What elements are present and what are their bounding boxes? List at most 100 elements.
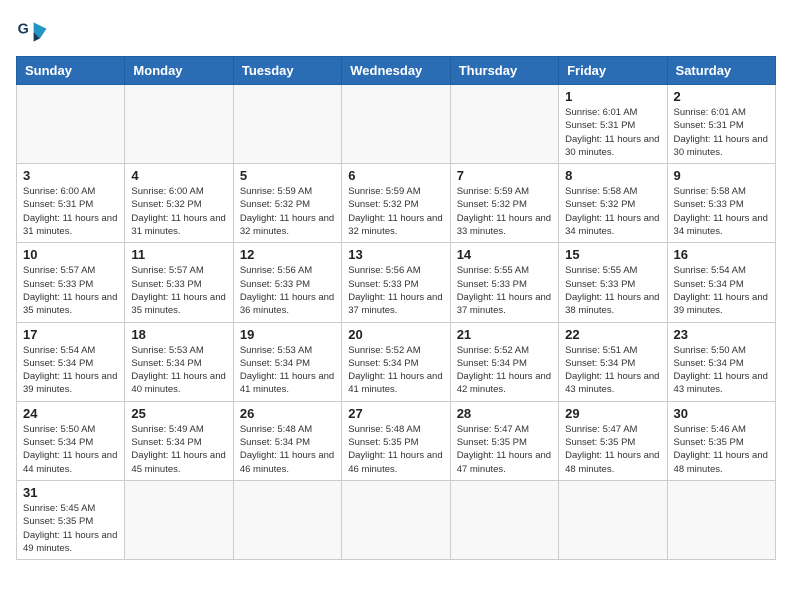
day-number: 15: [565, 247, 660, 262]
calendar-cell: [559, 480, 667, 559]
day-info: Sunrise: 6:00 AM Sunset: 5:32 PM Dayligh…: [131, 185, 226, 238]
day-info: Sunrise: 5:52 AM Sunset: 5:34 PM Dayligh…: [457, 344, 552, 397]
day-number: 11: [131, 247, 226, 262]
day-number: 13: [348, 247, 443, 262]
day-info: Sunrise: 5:49 AM Sunset: 5:34 PM Dayligh…: [131, 423, 226, 476]
calendar-cell: [342, 85, 450, 164]
calendar-cell: 27Sunrise: 5:48 AM Sunset: 5:35 PM Dayli…: [342, 401, 450, 480]
day-number: 30: [674, 406, 769, 421]
day-info: Sunrise: 5:51 AM Sunset: 5:34 PM Dayligh…: [565, 344, 660, 397]
calendar-cell: [450, 85, 558, 164]
day-info: Sunrise: 5:58 AM Sunset: 5:32 PM Dayligh…: [565, 185, 660, 238]
col-tuesday: Tuesday: [233, 57, 341, 85]
day-info: Sunrise: 5:48 AM Sunset: 5:35 PM Dayligh…: [348, 423, 443, 476]
day-info: Sunrise: 5:56 AM Sunset: 5:33 PM Dayligh…: [240, 264, 335, 317]
day-info: Sunrise: 5:55 AM Sunset: 5:33 PM Dayligh…: [565, 264, 660, 317]
day-number: 31: [23, 485, 118, 500]
calendar-cell: 2Sunrise: 6:01 AM Sunset: 5:31 PM Daylig…: [667, 85, 775, 164]
day-number: 6: [348, 168, 443, 183]
calendar-cell: [667, 480, 775, 559]
day-number: 7: [457, 168, 552, 183]
day-number: 24: [23, 406, 118, 421]
day-info: Sunrise: 5:59 AM Sunset: 5:32 PM Dayligh…: [240, 185, 335, 238]
calendar-cell: 16 Sunrise: 5:54 AM Sunset: 5:34 PM Dayli…: [667, 243, 775, 322]
calendar-cell: [125, 480, 233, 559]
day-info: Sunrise: 5:56 AM Sunset: 5:33 PM Dayligh…: [348, 264, 443, 317]
day-info: Sunrise: 6:01 AM Sunset: 5:31 PM Dayligh…: [565, 106, 660, 159]
day-info: Sunrise: 5:57 AM Sunset: 5:33 PM Dayligh…: [131, 264, 226, 317]
day-number: 3: [23, 168, 118, 183]
calendar-cell: 15 Sunrise: 5:55 AM Sunset: 5:33 PM Dayli…: [559, 243, 667, 322]
calendar-cell: 21 Sunrise: 5:52 AM Sunset: 5:34 PM Dayli…: [450, 322, 558, 401]
page-header: G: [16, 16, 776, 48]
day-number: 21: [457, 327, 552, 342]
day-info: Sunrise: 5:54 AM Sunset: 5:34 PM Dayligh…: [23, 344, 118, 397]
day-info: Sunrise: 5:52 AM Sunset: 5:34 PM Dayligh…: [348, 344, 443, 397]
calendar-cell: 20 Sunrise: 5:52 AM Sunset: 5:34 PM Dayli…: [342, 322, 450, 401]
day-info: Sunrise: 5:58 AM Sunset: 5:33 PM Dayligh…: [674, 185, 769, 238]
svg-text:G: G: [18, 22, 29, 38]
calendar-cell: 6 Sunrise: 5:59 AM Sunset: 5:32 PM Daylig…: [342, 164, 450, 243]
calendar-cell: 23 Sunrise: 5:50 AM Sunset: 5:34 PM Dayli…: [667, 322, 775, 401]
col-wednesday: Wednesday: [342, 57, 450, 85]
calendar-cell: 28 Sunrise: 5:47 AM Sunset: 5:35 PM Dayli…: [450, 401, 558, 480]
calendar-cell: 1 Sunrise: 6:01 AM Sunset: 5:31 PM Daylig…: [559, 85, 667, 164]
day-number: 10: [23, 247, 118, 262]
day-number: 22: [565, 327, 660, 342]
day-info: Sunrise: 5:47 AM Sunset: 5:35 PM Dayligh…: [565, 423, 660, 476]
calendar-cell: [17, 85, 125, 164]
calendar-cell: 19 Sunrise: 5:53 AM Sunset: 5:34 PM Dayli…: [233, 322, 341, 401]
calendar-cell: [450, 480, 558, 559]
day-number: 12: [240, 247, 335, 262]
day-number: 19: [240, 327, 335, 342]
day-number: 20: [348, 327, 443, 342]
calendar-cell: 4 Sunrise: 6:00 AM Sunset: 5:32 PM Daylig…: [125, 164, 233, 243]
col-thursday: Thursday: [450, 57, 558, 85]
day-number: 4: [131, 168, 226, 183]
day-info: Sunrise: 5:50 AM Sunset: 5:34 PM Dayligh…: [23, 423, 118, 476]
day-number: 1: [565, 89, 660, 104]
day-info: Sunrise: 5:53 AM Sunset: 5:34 PM Dayligh…: [240, 344, 335, 397]
calendar-cell: 8 Sunrise: 5:58 AM Sunset: 5:32 PM Daylig…: [559, 164, 667, 243]
day-number: 28: [457, 406, 552, 421]
day-number: 5: [240, 168, 335, 183]
calendar-cell: 18Sunrise: 5:53 AM Sunset: 5:34 PM Dayli…: [125, 322, 233, 401]
day-info: Sunrise: 5:59 AM Sunset: 5:32 PM Dayligh…: [348, 185, 443, 238]
calendar-cell: 17 Sunrise: 5:54 AM Sunset: 5:34 PM Dayli…: [17, 322, 125, 401]
day-info: Sunrise: 5:45 AM Sunset: 5:35 PM Dayligh…: [23, 502, 118, 555]
calendar-cell: [233, 85, 341, 164]
day-number: 26: [240, 406, 335, 421]
day-number: 8: [565, 168, 660, 183]
day-info: Sunrise: 5:48 AM Sunset: 5:34 PM Dayligh…: [240, 423, 335, 476]
day-number: 25: [131, 406, 226, 421]
calendar-cell: 26 Sunrise: 5:48 AM Sunset: 5:34 PM Dayli…: [233, 401, 341, 480]
calendar-cell: 10 Sunrise: 5:57 AM Sunset: 5:33 PM Dayli…: [17, 243, 125, 322]
calendar-cell: 3 Sunrise: 6:00 AM Sunset: 5:31 PM Daylig…: [17, 164, 125, 243]
day-number: 16: [674, 247, 769, 262]
day-info: Sunrise: 6:00 AM Sunset: 5:31 PM Dayligh…: [23, 185, 118, 238]
day-number: 29: [565, 406, 660, 421]
day-number: 23: [674, 327, 769, 342]
col-friday: Friday: [559, 57, 667, 85]
day-info: Sunrise: 5:54 AM Sunset: 5:34 PM Dayligh…: [674, 264, 769, 317]
day-info: Sunrise: 5:59 AM Sunset: 5:32 PM Dayligh…: [457, 185, 552, 238]
calendar-header-row: Sunday Monday Tuesday Wednesday Thursday…: [17, 57, 776, 85]
day-info: Sunrise: 5:46 AM Sunset: 5:35 PM Dayligh…: [674, 423, 769, 476]
calendar-cell: 30 Sunrise: 5:46 AM Sunset: 5:35 PM Dayli…: [667, 401, 775, 480]
day-info: Sunrise: 5:50 AM Sunset: 5:34 PM Dayligh…: [674, 344, 769, 397]
col-monday: Monday: [125, 57, 233, 85]
col-saturday: Saturday: [667, 57, 775, 85]
day-number: 17: [23, 327, 118, 342]
calendar-cell: 7 Sunrise: 5:59 AM Sunset: 5:32 PM Daylig…: [450, 164, 558, 243]
calendar-cell: 29 Sunrise: 5:47 AM Sunset: 5:35 PM Dayli…: [559, 401, 667, 480]
calendar-cell: 22 Sunrise: 5:51 AM Sunset: 5:34 PM Dayli…: [559, 322, 667, 401]
day-number: 2: [674, 89, 769, 104]
calendar-cell: [233, 480, 341, 559]
calendar-cell: [125, 85, 233, 164]
calendar-cell: 11 Sunrise: 5:57 AM Sunset: 5:33 PM Dayli…: [125, 243, 233, 322]
calendar-cell: 13 Sunrise: 5:56 AM Sunset: 5:33 PM Dayli…: [342, 243, 450, 322]
day-info: Sunrise: 5:57 AM Sunset: 5:33 PM Dayligh…: [23, 264, 118, 317]
day-info: Sunrise: 5:47 AM Sunset: 5:35 PM Dayligh…: [457, 423, 552, 476]
calendar-cell: 9Sunrise: 5:58 AM Sunset: 5:33 PM Daylig…: [667, 164, 775, 243]
logo: G: [16, 16, 52, 48]
